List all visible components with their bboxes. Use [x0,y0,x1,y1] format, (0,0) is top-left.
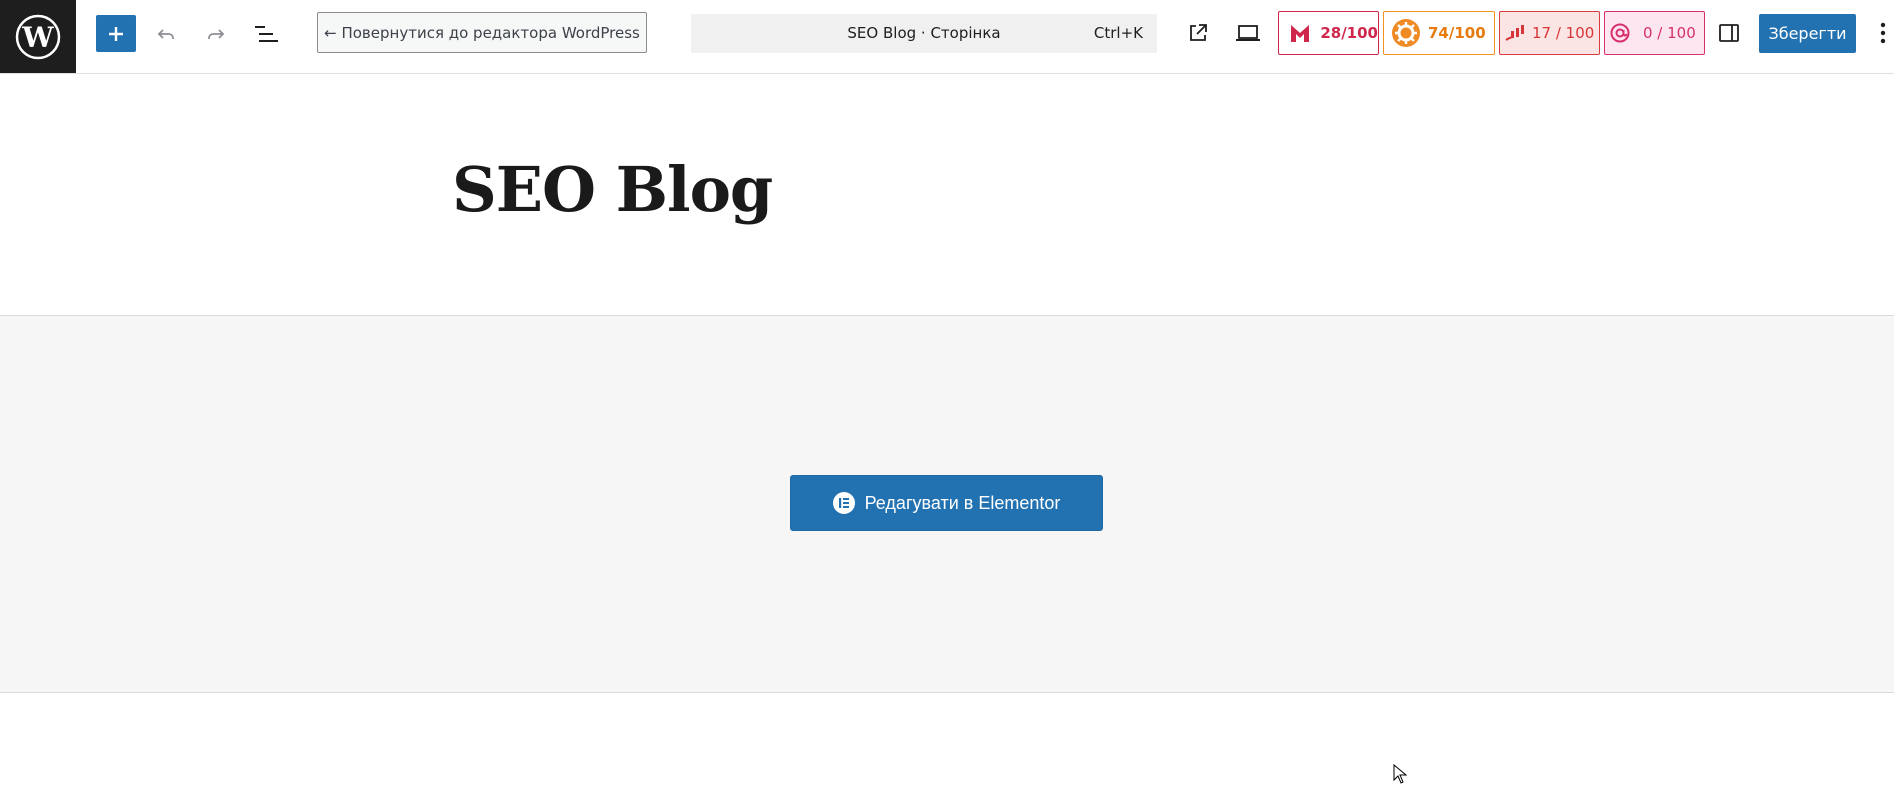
seo-score-value-4: 0 / 100 [1643,24,1696,42]
elementor-icon [832,492,855,514]
settings-sidebar-toggle[interactable] [1717,21,1741,45]
plus-icon [109,26,123,41]
redo-icon [208,29,225,39]
bar-chart-icon [1500,23,1532,43]
document-title: SEO Blog · Сторінка [847,24,1001,42]
command-shortcut: Ctrl+K [1093,24,1143,42]
editor-toolbar: W ← Повернутися до редактора WordPress S… [0,0,1894,74]
laptop-icon [1236,25,1260,41]
edit-with-elementor-button[interactable]: Редагувати в Elementor [790,475,1103,531]
undo-button[interactable] [154,22,178,46]
add-block-button[interactable] [96,15,136,52]
external-link-icon [1190,24,1207,41]
preview-button[interactable] [1234,21,1262,45]
seo-score-badge-1[interactable]: 28/100 [1278,11,1379,55]
elementor-placeholder-area: Редагувати в Elementor [0,315,1894,693]
options-button[interactable] [1876,18,1890,48]
edit-with-elementor-label: Редагувати в Elementor [864,492,1061,513]
document-overview-icon [255,26,278,42]
back-to-wordpress-editor-button[interactable]: ← Повернутися до редактора WordPress [317,12,647,53]
gear-badge-icon [1384,18,1428,48]
document-overview-button[interactable] [252,22,280,46]
wordpress-logo-icon[interactable]: W [0,0,76,73]
command-palette-bar[interactable]: SEO Blog · Сторінка Ctrl+K [691,14,1157,53]
mouse-cursor-icon [1393,763,1408,788]
sidebar-toggle-icon [1719,24,1739,42]
more-vertical-icon [1880,22,1886,44]
page-title[interactable]: SEO Blog [452,150,773,230]
redo-button[interactable] [204,22,228,46]
seo-score-value-1: 28/100 [1320,24,1378,42]
m-logo-icon [1279,21,1320,45]
at-sign-icon [1605,22,1635,44]
save-button[interactable]: Зберегти [1759,14,1856,53]
seo-score-value-3: 17 / 100 [1532,24,1595,42]
seo-score-badge-2[interactable]: 74/100 [1383,11,1495,55]
seo-score-badge-4[interactable]: 0 / 100 [1604,11,1705,55]
seo-score-badge-3[interactable]: 17 / 100 [1499,11,1600,55]
seo-score-value-2: 74/100 [1428,24,1486,42]
undo-icon [157,29,174,39]
view-page-button[interactable] [1186,21,1210,45]
svg-text:W: W [21,21,54,54]
